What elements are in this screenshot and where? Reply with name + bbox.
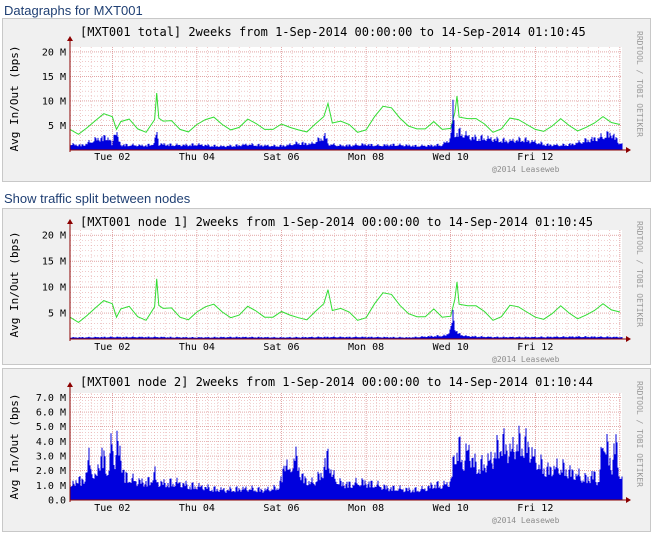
copyright-label: @2014 Leaseweb [492,355,560,364]
x-axis-arrow [626,497,631,503]
graph-total-svg: [MXT001 total] 2weeks from 1-Sep-2014 00… [8,25,644,174]
y-axis-arrow [67,382,73,387]
x-tick-label: Sat 06 [263,503,299,514]
plot-area [70,47,622,150]
copyright-label: @2014 Leaseweb [492,516,560,525]
x-axis-arrow [626,336,631,342]
y-tick-label: 10 M [42,96,66,107]
y-tick-label: 6.0 M [36,408,66,419]
x-tick-label: Tue 02 [94,342,130,353]
traffic-split-link[interactable]: Show traffic split between nodes [4,191,190,206]
y-tick-label: 4.0 M [36,437,66,448]
y-tick-label: 15 M [42,72,66,83]
x-tick-label: Sat 06 [263,152,299,163]
y-tick-label: 1.0 M [36,481,66,492]
y-axis-label: Avg In/Out (bps) [8,46,21,152]
x-axis-arrow [626,147,631,153]
rrdtool-side-label: RRDTOOL / TOBI OETIKER [635,221,644,327]
x-tick-label: Mon 08 [348,342,384,353]
x-tick-label: Sat 06 [263,342,299,353]
graph-node2-svg: [MXT001 node 2] 2weeks from 1-Sep-2014 0… [8,375,644,525]
x-tick-label: Thu 04 [179,342,215,353]
graph-title: [MXT001 node 1] 2weeks from 1-Sep-2014 0… [80,215,593,229]
graph-node1[interactable]: [MXT001 node 1] 2weeks from 1-Sep-2014 0… [2,208,651,365]
graph-total[interactable]: [MXT001 total] 2weeks from 1-Sep-2014 00… [2,18,651,182]
x-tick-label: Fri 12 [517,152,553,163]
y-tick-label: 20 M [42,47,66,58]
y-axis-label: Avg In/Out (bps) [8,394,21,500]
y-tick-label: 5 M [48,309,66,320]
plot-area [70,230,622,339]
y-axis-label: Avg In/Out (bps) [8,232,21,338]
y-tick-label: 5.0 M [36,422,66,433]
graph-node1-svg: [MXT001 node 1] 2weeks from 1-Sep-2014 0… [8,215,644,364]
graph-title: [MXT001 node 2] 2weeks from 1-Sep-2014 0… [80,375,593,389]
x-tick-label: Mon 08 [348,152,384,163]
x-tick-label: Thu 04 [179,503,215,514]
x-tick-label: Wed 10 [433,342,469,353]
x-tick-label: Thu 04 [179,152,215,163]
y-tick-label: 20 M [42,231,66,242]
rrdtool-side-label: RRDTOOL / TOBI OETIKER [635,381,644,487]
rrdtool-side-label: RRDTOOL / TOBI OETIKER [635,31,644,137]
y-tick-label: 2.0 M [36,466,66,477]
y-axis-arrow [67,219,73,224]
x-tick-label: Wed 10 [433,152,469,163]
y-tick-label: 0.0 [48,496,66,507]
x-tick-label: Fri 12 [517,342,553,353]
x-tick-label: Tue 02 [94,152,130,163]
graph-title: [MXT001 total] 2weeks from 1-Sep-2014 00… [80,25,586,39]
y-tick-label: 15 M [42,257,66,268]
x-tick-label: Mon 08 [348,503,384,514]
copyright-label: @2014 Leaseweb [492,165,560,174]
x-tick-label: Fri 12 [517,503,553,514]
graph-node2[interactable]: [MXT001 node 2] 2weeks from 1-Sep-2014 0… [2,368,651,532]
x-tick-label: Tue 02 [94,503,130,514]
y-axis-arrow [67,36,73,41]
datagraphs-heading: Datagraphs for MXT001 [4,3,143,18]
x-tick-label: Wed 10 [433,503,469,514]
y-tick-label: 3.0 M [36,452,66,463]
y-tick-label: 10 M [42,283,66,294]
y-tick-label: 5 M [48,121,66,132]
y-tick-label: 7.0 M [36,393,66,404]
